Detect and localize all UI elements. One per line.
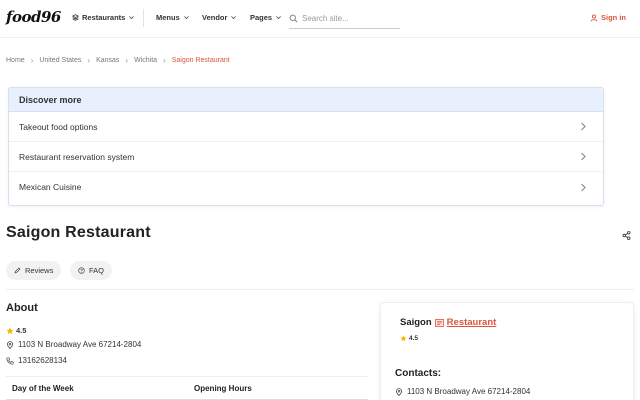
page-title: Saigon Restaurant <box>6 224 151 241</box>
breadcrumb-city[interactable]: Wichita <box>134 57 157 64</box>
nav-restaurants[interactable]: Restaurants <box>72 13 135 22</box>
card-restaurant-name: Saigon <box>400 317 432 328</box>
discover-item-label: Restaurant reservation system <box>19 151 135 162</box>
discover-more-panel: Discover more Takeout food options Resta… <box>8 87 604 206</box>
nav-pages-label: Pages <box>250 13 273 22</box>
search-box <box>289 9 400 29</box>
card-address-text: 1103 N Broadway Ave 67214-2804 <box>407 387 531 396</box>
breadcrumb-home[interactable]: Home <box>6 57 25 64</box>
rating-value: 4.5 <box>16 326 27 335</box>
breadcrumb-separator: › <box>87 56 91 65</box>
sign-in-link[interactable]: Sign in <box>590 13 626 22</box>
card-rating-value: 4.5 <box>409 335 419 342</box>
discover-item-label: Takeout food options <box>19 121 98 132</box>
about-heading: About <box>6 302 38 314</box>
nav-divider <box>143 9 144 27</box>
share-button[interactable] <box>616 226 636 244</box>
nav-vendor[interactable]: Vendor <box>202 13 237 22</box>
column-header-day: Day of the Week <box>12 383 74 393</box>
card-restaurant-type-link[interactable]: Restaurant <box>447 317 497 328</box>
share-icon <box>622 230 631 240</box>
chevron-right-icon <box>580 183 587 192</box>
restaurant-summary-card: Saigon Restaurant 4.5 Contacts: 1103 N B… <box>380 302 634 400</box>
tab-reviews[interactable]: Reviews <box>6 261 62 280</box>
help-circle-icon <box>78 267 85 274</box>
chevron-down-icon <box>230 14 237 21</box>
nav-vendor-label: Vendor <box>202 13 228 22</box>
edit-icon <box>14 267 21 274</box>
breadcrumb-separator: › <box>125 56 129 65</box>
discover-item-label: Mexican Cuisine <box>19 182 82 192</box>
discover-item[interactable]: Takeout food options <box>9 112 603 142</box>
star-icon <box>400 335 407 342</box>
breadcrumb-state[interactable]: Kansas <box>96 57 119 64</box>
chevron-down-icon <box>128 14 135 21</box>
discover-more-title: Discover more <box>9 88 603 112</box>
breadcrumb-current: Saigon Restaurant <box>171 57 230 64</box>
tab-faq[interactable]: FAQ <box>70 261 113 280</box>
about-phone[interactable]: 13162628134 <box>6 356 67 365</box>
chevron-down-icon <box>183 14 190 21</box>
chevron-right-icon <box>580 122 587 131</box>
contacts-heading: Contacts: <box>395 368 442 379</box>
user-icon <box>590 14 598 22</box>
about-rating: 4.5 <box>6 326 26 335</box>
sign-in-label: Sign in <box>601 13 626 22</box>
discover-item[interactable]: Restaurant reservation system <box>9 142 603 172</box>
nav-restaurants-label: Restaurants <box>82 13 126 22</box>
flag-icon <box>434 318 444 327</box>
layers-icon <box>72 14 79 21</box>
star-icon <box>6 326 14 335</box>
tab-faq-label: FAQ <box>89 266 105 275</box>
search-icon <box>289 14 298 23</box>
opening-hours-table-header: Day of the Week Opening Hours <box>6 376 368 400</box>
card-address: 1103 N Broadway Ave 67214-2804 <box>395 387 530 396</box>
location-pin-icon <box>6 340 14 349</box>
breadcrumb-separator: › <box>163 56 166 65</box>
search-input[interactable] <box>302 14 398 23</box>
column-header-hours: Opening Hours <box>194 383 252 393</box>
nav-pages[interactable]: Pages <box>250 13 282 22</box>
breadcrumb-country[interactable]: United States <box>39 57 81 64</box>
card-rating: 4.5 <box>400 335 418 342</box>
breadcrumb-separator: › <box>30 56 34 65</box>
chevron-right-icon <box>580 152 587 161</box>
location-pin-icon <box>395 387 403 396</box>
chevron-down-icon <box>275 14 282 21</box>
card-title: Saigon Restaurant <box>400 317 496 328</box>
nav-menus-label: Menus <box>156 13 180 22</box>
top-navigation-bar: food96 Restaurants Menus Vendor Pages Si… <box>0 0 640 38</box>
section-divider <box>6 289 634 290</box>
phone-icon <box>6 356 14 365</box>
address-text: 1103 N Broadway Ave 67214-2804 <box>18 340 142 349</box>
nav-menus[interactable]: Menus <box>156 13 190 22</box>
site-logo[interactable]: food96 <box>6 8 61 26</box>
about-address: 1103 N Broadway Ave 67214-2804 <box>6 340 141 349</box>
breadcrumb: Home › United States › Kansas › Wichita … <box>6 56 230 65</box>
discover-item[interactable]: Mexican Cuisine <box>9 172 603 202</box>
phone-text: 13162628134 <box>18 356 67 365</box>
tab-reviews-label: Reviews <box>25 266 54 275</box>
